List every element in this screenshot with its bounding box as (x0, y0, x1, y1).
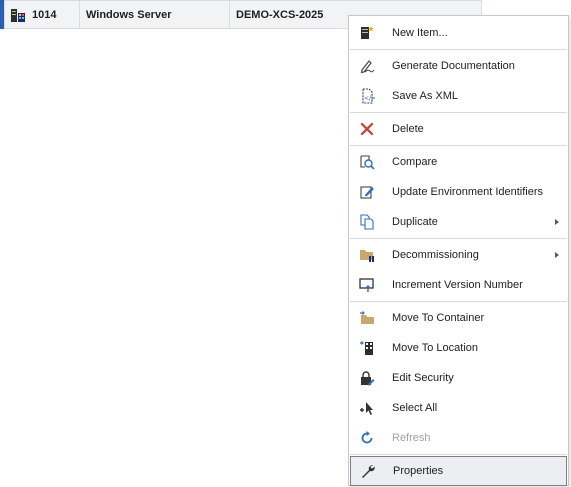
menu-separator (350, 238, 567, 239)
menu-item-move-to-container[interactable]: Move To Container (349, 303, 568, 333)
menu-item-label: Compare (392, 156, 438, 168)
menu-item-move-to-location[interactable]: Move To Location (349, 333, 568, 363)
new-item-icon (361, 26, 374, 39)
menu-item-duplicate[interactable]: Duplicate (349, 207, 568, 237)
cell-name-text: DEMO-XCS-2025 (236, 8, 324, 21)
menu-separator (350, 145, 567, 146)
wrench-icon (362, 465, 375, 478)
menu-separator (350, 49, 567, 50)
submenu-arrow-icon (555, 252, 559, 258)
server-icon (11, 8, 25, 22)
menu-item-label: Refresh (392, 432, 431, 444)
menu-item-label: Save As XML (392, 90, 459, 102)
menu-item-decommissioning[interactable]: Decommissioning (349, 240, 568, 270)
menu-item-label: Properties (393, 465, 444, 477)
select-all-icon (360, 402, 373, 415)
menu-item-label: Move To Location (392, 342, 479, 354)
folder-arrow-icon (360, 311, 374, 324)
menu-item-label: Edit Security (392, 372, 454, 384)
menu-separator (350, 454, 567, 455)
menu-item-label: Duplicate (392, 216, 438, 228)
submenu-arrow-icon (555, 219, 559, 225)
svg-text:</>: </> (364, 95, 375, 102)
menu-item-label: Move To Container (392, 312, 485, 324)
context-menu: New Item... Generate Documentation </> S… (348, 15, 569, 486)
cell-id[interactable]: 1014 (4, 0, 80, 29)
menu-separator (350, 301, 567, 302)
refresh-icon (361, 431, 373, 444)
cell-os-text: Windows Server (86, 8, 172, 21)
menu-item-label: Generate Documentation (392, 60, 515, 72)
menu-item-select-all[interactable]: Select All (349, 393, 568, 423)
building-icon (360, 341, 373, 355)
menu-item-compare[interactable]: Compare (349, 147, 568, 177)
menu-item-label: Decommissioning (392, 249, 479, 261)
duplicate-icon (360, 214, 374, 230)
menu-item-save-as-xml[interactable]: </> Save As XML (349, 81, 568, 111)
folder-pause-icon (360, 250, 374, 262)
red-x-icon (360, 122, 374, 136)
menu-item-label: Update Environment Identifiers (392, 186, 544, 198)
cell-id-text: 1014 (32, 8, 57, 21)
menu-item-label: New Item... (392, 27, 448, 39)
menu-item-edit-security[interactable]: Edit Security (349, 363, 568, 393)
pen-icon (360, 60, 375, 74)
menu-item-properties[interactable]: Properties (350, 456, 567, 486)
menu-item-generate-documentation[interactable]: Generate Documentation (349, 51, 568, 81)
menu-item-label: Delete (392, 123, 424, 135)
compare-icon (360, 155, 375, 170)
menu-item-update-environment-identifiers[interactable]: Update Environment Identifiers (349, 177, 568, 207)
menu-item-refresh[interactable]: Refresh (349, 423, 568, 453)
edit-document-icon (360, 186, 374, 199)
save-xml-icon: </> (362, 88, 375, 104)
menu-separator (350, 112, 567, 113)
menu-item-delete[interactable]: Delete (349, 114, 568, 144)
menu-item-new-item[interactable]: New Item... (349, 18, 568, 48)
menu-item-label: Increment Version Number (392, 279, 523, 291)
menu-item-label: Select All (392, 402, 438, 414)
cell-os[interactable]: Windows Server (80, 0, 230, 29)
menu-item-increment-version-number[interactable]: Increment Version Number (349, 270, 568, 300)
monitor-arrow-icon (359, 278, 374, 292)
lock-pen-icon (361, 371, 375, 386)
